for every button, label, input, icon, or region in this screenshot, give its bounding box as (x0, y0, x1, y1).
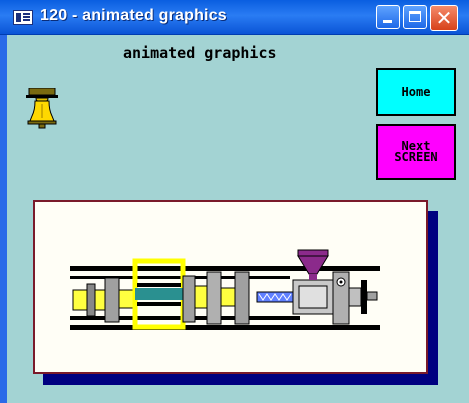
home-button-label: Home (401, 84, 431, 99)
window-app-icon[interactable] (13, 10, 33, 25)
close-button[interactable]: ✕ (430, 5, 458, 31)
minimize-icon (383, 20, 392, 23)
window-left-border (0, 34, 7, 403)
injection-molding-machine-icon (70, 249, 380, 330)
maximize-button[interactable] (403, 5, 427, 29)
maximize-icon (409, 11, 421, 22)
next-button-label-line2: SCREEN (394, 150, 438, 164)
close-icon: ✕ (435, 6, 453, 30)
window-title: 120 - animated graphics (40, 7, 227, 24)
application-window: 120 - animated graphics ✕ animated graph… (0, 0, 469, 403)
next-screen-button[interactable]: Next SCREEN (376, 124, 456, 180)
home-button[interactable]: Home (376, 68, 456, 116)
minimize-button[interactable] (376, 5, 400, 29)
title-bar[interactable]: 120 - animated graphics ✕ (0, 0, 469, 35)
page-title: animated graphics (123, 44, 277, 62)
liberty-bell-icon (26, 88, 58, 129)
